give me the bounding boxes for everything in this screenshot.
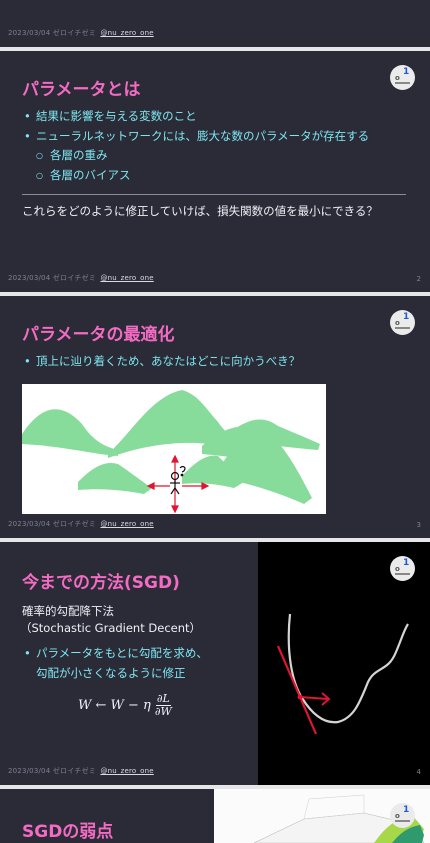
slide-5-partial: o1 SGDの弱点 [0, 789, 430, 843]
bullet-item: ニューラルネットワークには、膨大な数のパラメータが存在する [24, 127, 369, 147]
bullet-item: パラメータをもとに勾配を求め、 [24, 644, 208, 664]
zero-one-logo-icon: o1 [390, 65, 415, 90]
slide-3: o1 パラメータの最適化 頂上に辿り着くため、あなたはどこに向かうべき？ [0, 296, 430, 538]
loss-curve [287, 613, 409, 724]
twitter-handle-link[interactable]: @nu_zero_one [100, 767, 153, 775]
method-name-english: （Stochastic Gradient Decent） [20, 621, 202, 635]
twitter-handle-link[interactable]: @nu_zero_one [100, 274, 153, 282]
arrow-down-icon [171, 505, 179, 514]
bullet-item: 結果に影響を与える変数のこと [24, 107, 369, 127]
slide-4: o1 今までの方法(SGD) 確率的勾配降下法 （Stochastic Grad… [0, 542, 430, 785]
slide-footer: 2023/03/04 ゼロイチゼミ @nu_zero_one [8, 29, 154, 37]
sgd-update-formula: W ← W − η ∂L ∂W [78, 692, 172, 718]
twitter-handle-link[interactable]: @nu_zero_one [100, 29, 153, 37]
zero-one-logo-icon: o1 [390, 556, 415, 581]
divider [22, 194, 406, 195]
slide-1-partial: 2023/03/04 ゼロイチゼミ @nu_zero_one [0, 0, 430, 47]
slide-footer: 2023/03/04 ゼロイチゼミ @nu_zero_one [8, 520, 154, 528]
slide-footer: 2023/03/04 ゼロイチゼミ @nu_zero_one [8, 274, 154, 282]
page-number: 4 [416, 768, 421, 776]
method-name: 確率的勾配降下法 [22, 604, 114, 618]
slide-title: パラメータの最適化 [22, 325, 175, 345]
slide-title: SGDの弱点 [22, 822, 114, 842]
slide-footer: 2023/03/04 ゼロイチゼミ @nu_zero_one [8, 767, 154, 775]
hill-shape [22, 409, 118, 456]
zero-one-logo-icon: o1 [390, 310, 415, 335]
slide-2: o1 パラメータとは 結果に影響を与える変数のこと ニューラルネットワークには、… [0, 51, 430, 292]
arrow-right-icon [201, 482, 210, 490]
page-number: 3 [416, 521, 421, 529]
bullet-item-continued: 勾配が小さくなるように修正 [36, 665, 186, 680]
sub-bullet-item: 各層の重み [24, 146, 369, 166]
bullet-item: 頂上に辿り着くため、あなたはどこに向かうべき？ [24, 352, 300, 372]
arrow-up-icon [171, 454, 179, 463]
slide-title: パラメータとは [22, 80, 141, 100]
slide-title: 今までの方法(SGD) [22, 573, 180, 593]
hill-shape [78, 462, 152, 494]
arrow-right-icon [299, 696, 329, 700]
twitter-handle-link[interactable]: @nu_zero_one [100, 520, 153, 528]
mountain-illustration [22, 384, 326, 514]
page-number: 2 [416, 275, 421, 283]
sub-bullet-item: 各層のバイアス [24, 166, 369, 186]
tangent-line [276, 645, 318, 735]
zero-one-logo-icon: o1 [390, 803, 415, 828]
question-text: これらをどのように修正していけば、損失関数の値を最小にできる？ [22, 204, 378, 218]
